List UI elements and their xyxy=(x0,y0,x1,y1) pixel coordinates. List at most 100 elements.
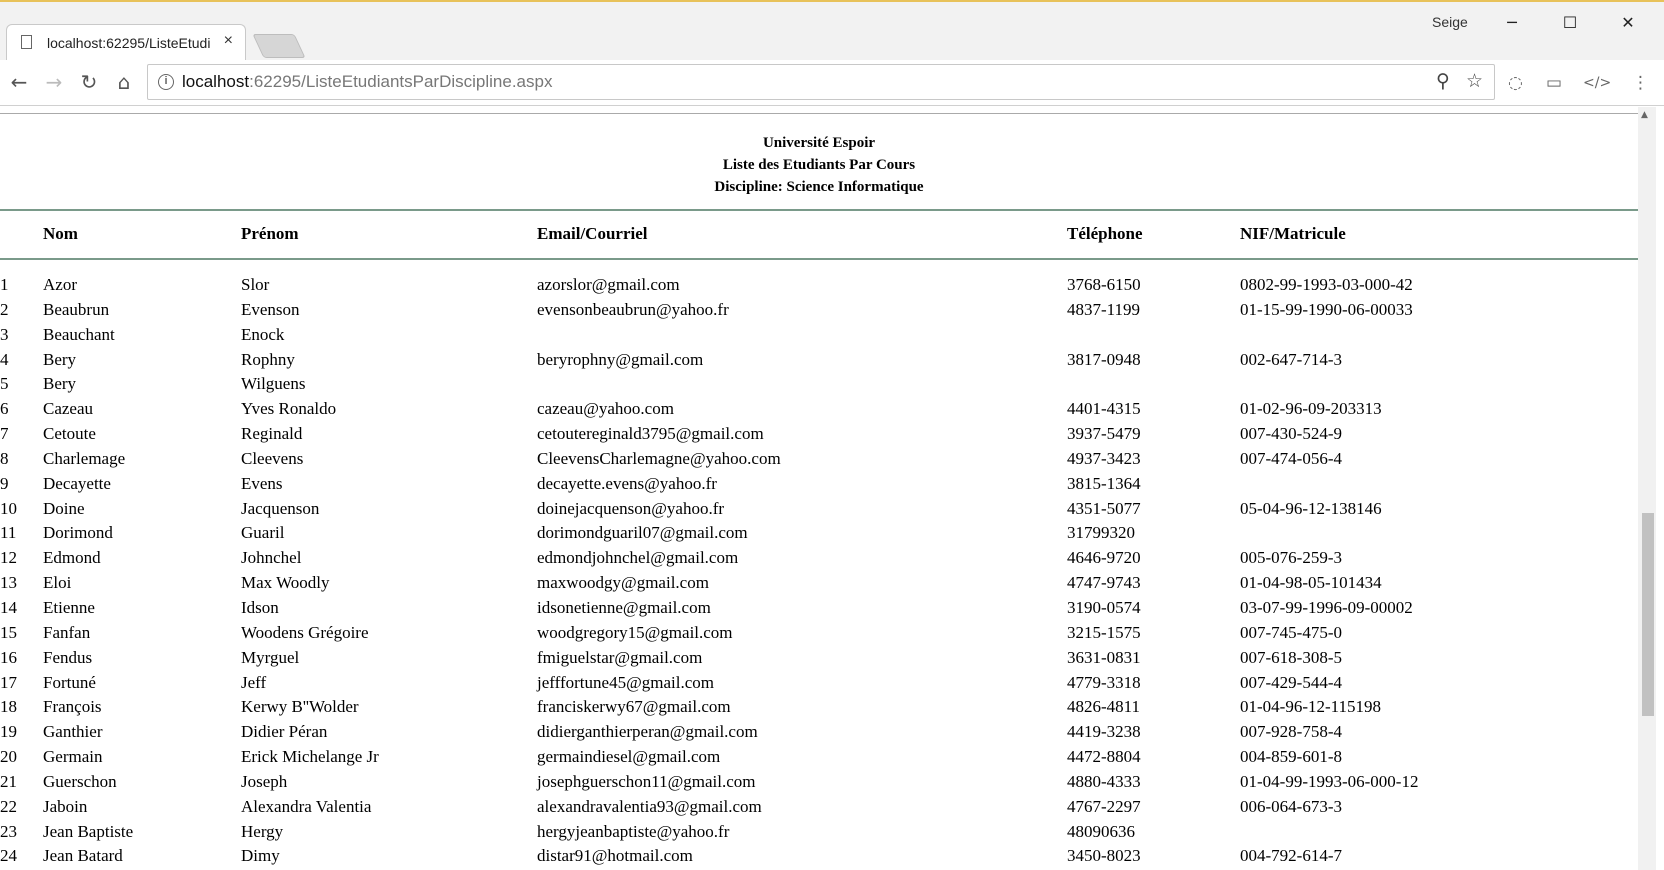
cell-telephone: 4747-9743 xyxy=(1067,573,1141,593)
cell-prenom: Jacquenson xyxy=(241,498,320,518)
cell-nom: François xyxy=(43,697,102,717)
row-number: 14 xyxy=(0,597,17,617)
cell-telephone: 3215-1575 xyxy=(1067,622,1141,642)
table-row: 18 François Kerwy B''Wolder franciskerwy67@… xyxy=(0,694,1638,719)
cell-nom: Ganthier xyxy=(43,722,103,742)
profile-name[interactable]: Seige xyxy=(1432,14,1468,30)
table-row: 3 Beauchant Enock xyxy=(0,322,1638,347)
row-number: 19 xyxy=(0,722,17,742)
university-name: Université Espoir xyxy=(762,135,876,151)
table-row: 23 Jean Baptiste Hergy hergyjeanbaptiste@ya… xyxy=(0,819,1638,844)
cell-email: woodgregory15@gmail.com xyxy=(537,622,733,642)
table-row: 7 Cetoute Reginald cetoutereginald3795@gmai… xyxy=(0,421,1638,446)
row-number: 16 xyxy=(0,647,17,667)
cell-email: CleevensCharlemagne@yahoo.com xyxy=(537,448,781,468)
site-info-icon[interactable]: i xyxy=(158,74,174,90)
cell-email: doinejacquenson@yahoo.fr xyxy=(537,498,725,518)
column-header-prenom: Prénom xyxy=(241,224,299,243)
cell-email: alexandravalentia93@gmail.com xyxy=(537,796,762,816)
browser-titlebar: localhost:62295/ListeEtudi × Seige ─ ☐ ✕ xyxy=(0,0,1664,62)
scrollbar[interactable] xyxy=(1638,107,1656,870)
cell-nom: Eloi xyxy=(43,573,72,593)
cell-telephone: 3190-0574 xyxy=(1067,597,1141,617)
cell-nom: Cazeau xyxy=(43,399,94,419)
cell-email: beryrophny@gmail.com xyxy=(537,349,704,369)
home-icon[interactable]: ⌂ xyxy=(110,68,138,96)
cell-nom: Jean Batard xyxy=(43,846,123,866)
cell-prenom: Johnchel xyxy=(241,548,302,568)
cell-email: distar91@hotmail.com xyxy=(537,846,693,866)
bookmark-star-icon[interactable]: ☆ xyxy=(1466,70,1483,92)
row-number: 8 xyxy=(0,448,9,468)
code-icon[interactable]: </> xyxy=(1583,75,1611,91)
cell-nif: 01-15-99-1990-06-00033 xyxy=(1240,299,1413,319)
cell-telephone: 4646-9720 xyxy=(1067,548,1141,568)
cell-email: germaindiesel@gmail.com xyxy=(537,747,721,767)
cell-prenom: Yves Ronaldo xyxy=(241,399,337,419)
cell-nif: 01-04-98-05-101434 xyxy=(1240,573,1382,593)
cell-prenom: Rophny xyxy=(241,349,295,369)
cell-telephone: 4351-5077 xyxy=(1067,498,1141,518)
cell-telephone: 4472-8804 xyxy=(1067,747,1141,767)
cell-prenom: Myrguel xyxy=(241,647,300,667)
new-tab-button[interactable] xyxy=(252,34,306,58)
back-icon[interactable]: ← xyxy=(5,68,33,96)
url-text[interactable]: localhost:62295/ListeEtudiantsParDiscipl… xyxy=(182,72,552,92)
cell-nom: Edmond xyxy=(43,548,101,568)
table-row: 8 Charlemage Cleevens CleevensCharlemagne@y… xyxy=(0,446,1638,471)
cell-telephone: 4837-1199 xyxy=(1067,299,1141,319)
document-icon xyxy=(21,35,32,49)
menu-icon[interactable]: ⋮ xyxy=(1632,73,1649,93)
table-row: 5 Bery Wilguens xyxy=(0,371,1638,396)
row-number: 9 xyxy=(0,473,9,493)
report-subtitle: Liste des Etudiants Par Cours xyxy=(722,157,916,173)
cell-prenom: Slor xyxy=(241,275,270,294)
cell-prenom: Cleevens xyxy=(241,448,304,468)
column-header-telephone: Téléphone xyxy=(1067,224,1143,243)
cell-prenom: Kerwy B''Wolder xyxy=(241,697,359,717)
cell-email: maxwoodgy@gmail.com xyxy=(537,573,709,593)
tab-close-icon[interactable]: × xyxy=(224,32,233,50)
cell-telephone: 3450-8023 xyxy=(1067,846,1141,866)
cell-nif: 004-792-614-7 xyxy=(1240,846,1342,866)
cell-nif: 006-064-673-3 xyxy=(1240,796,1342,816)
cell-nom: Germain xyxy=(43,747,103,767)
browser-tab[interactable]: localhost:62295/ListeEtudi × xyxy=(6,24,246,62)
row-number: 20 xyxy=(0,747,17,767)
cell-nom: Bery xyxy=(43,374,77,394)
url-host: localhost xyxy=(182,72,250,91)
cell-nom: Azor xyxy=(43,275,77,294)
cell-prenom: Idson xyxy=(241,597,279,617)
cell-nom: Beauchant xyxy=(43,324,115,344)
cell-nif: 007-429-544-4 xyxy=(1240,672,1342,692)
zoom-icon[interactable]: ⚲ xyxy=(1436,70,1450,92)
cell-email: edmondjohnchel@gmail.com xyxy=(537,548,739,568)
table-row: 16 Fendus Myrguel fmiguelstar@gmail.com 3631… xyxy=(0,645,1638,670)
close-window-icon[interactable]: ✕ xyxy=(1608,8,1648,36)
cast-icon[interactable]: ▭ xyxy=(1546,73,1562,93)
table-row: 24 Jean Batard Dimy distar91@hotmail.com 345… xyxy=(0,843,1638,868)
cell-nif: 0802-99-1993-03-000-42 xyxy=(1240,275,1413,294)
table-row: 6 Cazeau Yves Ronaldo cazeau@yahoo.com 4401-… xyxy=(0,396,1638,421)
cell-nom: Fortuné xyxy=(43,672,96,692)
tab-title: localhost:62295/ListeEtudi xyxy=(47,35,211,51)
cell-telephone: 4779-3318 xyxy=(1067,672,1141,692)
cell-nif: 007-430-524-9 xyxy=(1240,424,1342,444)
minimize-icon[interactable]: ─ xyxy=(1492,8,1532,36)
row-number: 23 xyxy=(0,821,17,841)
forward-icon[interactable]: → xyxy=(40,68,68,96)
extension-icon[interactable]: ◌ xyxy=(1508,73,1523,93)
scrollbar-thumb[interactable] xyxy=(1642,513,1654,716)
cell-nif: 007-474-056-4 xyxy=(1240,448,1342,468)
cell-prenom: Woodens Grégoire xyxy=(241,622,369,642)
maximize-icon[interactable]: ☐ xyxy=(1550,8,1590,36)
browser-toolbar: ← → ↻ ⌂ i localhost:62295/ListeEtudiants… xyxy=(0,60,1664,106)
column-header-email: Email/Courriel xyxy=(537,224,648,243)
address-bar[interactable]: i localhost:62295/ListeEtudiantsParDisci… xyxy=(147,64,1495,100)
cell-nif: 007-745-475-0 xyxy=(1240,622,1342,642)
cell-email: fmiguelstar@gmail.com xyxy=(537,647,703,667)
url-path: :62295/ListeEtudiantsParDiscipline.aspx xyxy=(249,72,553,91)
reload-icon[interactable]: ↻ xyxy=(75,68,103,96)
cell-prenom: Didier Péran xyxy=(241,722,328,742)
scroll-up-icon[interactable]: ▲ xyxy=(1641,110,1648,120)
